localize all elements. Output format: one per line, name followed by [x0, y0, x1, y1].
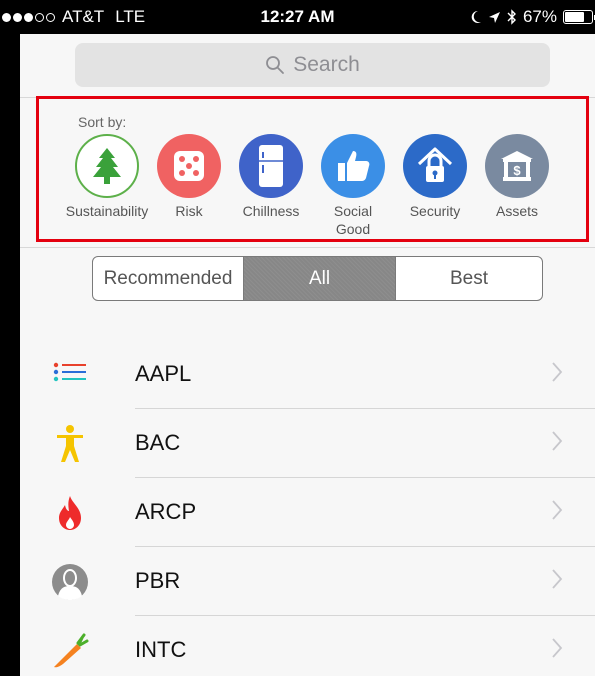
stock-ticker: PBR [135, 568, 181, 593]
segment-recommended[interactable]: Recommended [93, 257, 243, 300]
stock-ticker: BAC [135, 430, 181, 455]
sort-option-label: Sustainability [65, 203, 149, 219]
stock-row-bac[interactable]: BAC [20, 409, 595, 478]
stock-ticker: INTC [135, 637, 187, 662]
battery-icon [563, 10, 595, 24]
chevron-right-icon [552, 500, 563, 520]
stock-row-aapl[interactable]: AAPL [20, 340, 595, 409]
chevron-right-icon [552, 431, 563, 451]
status-right: 67% [470, 7, 595, 27]
fridge-icon [239, 134, 303, 198]
search-bar: Search [20, 34, 595, 98]
carrot-icon [50, 631, 90, 671]
user-silhouette-icon [50, 562, 90, 602]
stock-ticker: ARCP [135, 499, 197, 524]
svg-text:$: $ [513, 163, 521, 178]
sort-option-security[interactable]: Security [390, 134, 480, 220]
moon-icon [471, 10, 481, 23]
battery-percent: 67% [522, 7, 557, 26]
sort-option-label: Social Good [333, 203, 373, 237]
stock-row-arcp[interactable]: ARCP [20, 478, 595, 547]
segment-all[interactable]: All [243, 257, 395, 300]
bank-icon: $ [485, 134, 549, 198]
dice-icon [157, 134, 221, 198]
tree-icon [75, 134, 139, 198]
segment-best[interactable]: Best [395, 257, 542, 300]
sort-by-label: Sort by: [78, 114, 127, 130]
flame-icon [50, 493, 90, 533]
chevron-right-icon [552, 638, 563, 658]
person-icon [50, 424, 90, 464]
thumbs-up-icon [321, 134, 385, 198]
bluetooth-icon [507, 9, 516, 25]
chevron-right-icon [552, 569, 563, 589]
search-input[interactable]: Search [75, 43, 550, 87]
stock-row-intc[interactable]: INTC [20, 616, 595, 676]
chevron-right-icon [552, 362, 563, 382]
search-icon [266, 56, 285, 74]
sort-option-assets[interactable]: $ Assets [472, 134, 562, 220]
sort-option-social-good[interactable]: Social Good [308, 134, 398, 238]
lock-icon [403, 134, 467, 198]
sort-option-risk[interactable]: Risk [144, 134, 234, 220]
sort-option-label: Security [409, 203, 461, 219]
stock-row-pbr[interactable]: PBR [20, 547, 595, 616]
stock-list: AAPL BAC ARCP PBR INTC [20, 340, 595, 676]
list-icon [50, 355, 90, 395]
stock-ticker: AAPL [135, 361, 192, 386]
sort-option-chillness[interactable]: Chillness [226, 134, 316, 220]
sort-option-sustainability[interactable]: Sustainability [62, 134, 152, 220]
sort-option-label: Chillness [242, 203, 300, 219]
sort-option-label: Risk [175, 203, 203, 219]
status-bar: AT&T LTE 12:27 AM 67% [0, 0, 595, 34]
sort-option-label: Assets [495, 203, 538, 219]
search-placeholder: Search [293, 53, 360, 76]
location-arrow-icon [488, 11, 500, 23]
filter-segmented-control: Recommended All Best [92, 256, 543, 301]
